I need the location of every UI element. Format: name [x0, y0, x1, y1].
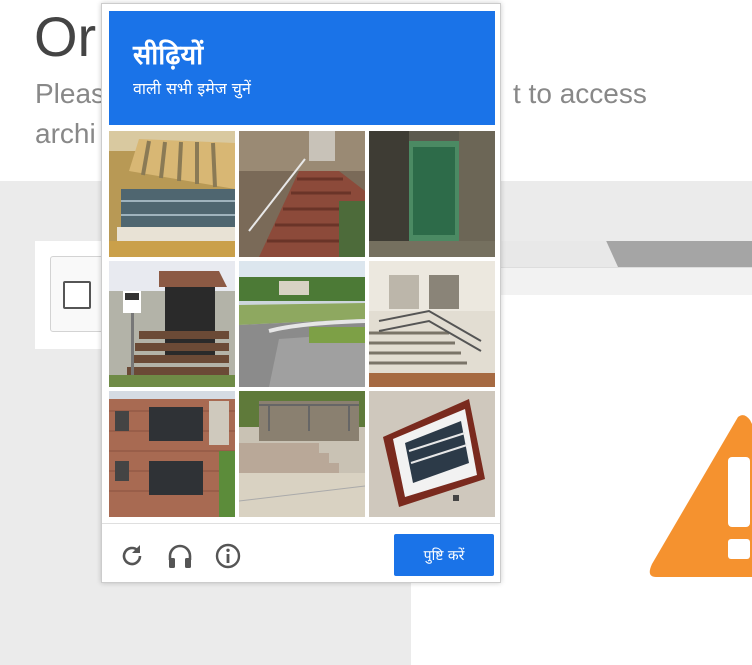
image-tile-street-curb[interactable] — [239, 261, 365, 387]
tab-active — [500, 241, 618, 267]
image-tile-green-wall[interactable] — [369, 131, 495, 257]
subtitle-part-right: t to access — [513, 78, 647, 109]
image-tile-window[interactable] — [369, 391, 495, 517]
image-tile-porch-stairs[interactable] — [109, 261, 235, 387]
image-grid — [109, 131, 495, 517]
captcha-challenge: सीढ़ियों वाली सभी इमेज चुनें पुष्टि करें — [101, 3, 501, 583]
challenge-title: सीढ़ियों — [133, 40, 204, 71]
image-tile-concrete-stairs[interactable] — [369, 261, 495, 387]
challenge-header: सीढ़ियों वाली सभी इमेज चुनें — [109, 11, 495, 125]
image-tile-balcony[interactable] — [109, 131, 235, 257]
reload-icon[interactable] — [118, 542, 146, 570]
image-tile-concrete-steps[interactable] — [239, 391, 365, 517]
info-icon[interactable] — [214, 542, 242, 570]
recaptcha-checkbox[interactable] — [63, 281, 91, 309]
page-title: Or — [34, 5, 97, 68]
headphones-icon[interactable] — [166, 542, 194, 570]
verify-button[interactable]: पुष्टि करें — [394, 534, 494, 576]
image-tile-brick-stairs[interactable] — [239, 131, 365, 257]
image-tile-apartment[interactable] — [109, 391, 235, 517]
footer-divider — [102, 523, 500, 524]
subtitle-part-left: Pleas — [35, 78, 106, 109]
tab-bar-line — [500, 267, 752, 296]
recaptcha-anchor — [50, 256, 107, 332]
warning-icon — [649, 415, 752, 577]
challenge-subtitle: वाली सभी इमेज चुनें — [133, 79, 251, 98]
